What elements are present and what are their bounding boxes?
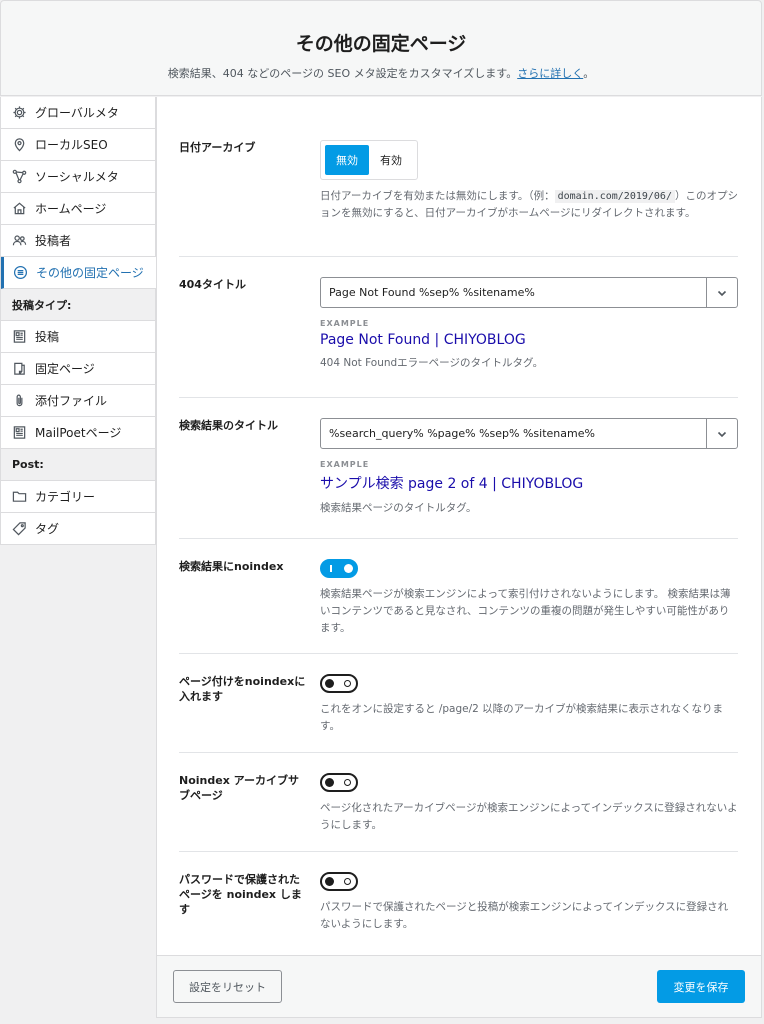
chevron-down-icon[interactable] bbox=[706, 278, 737, 307]
search-title-label: 検索結果のタイトル bbox=[179, 419, 278, 432]
home-icon bbox=[13, 202, 26, 215]
sidebar-item-social-meta[interactable]: ソーシャルメタ bbox=[1, 161, 156, 193]
sidebar-item-label: カテゴリー bbox=[35, 490, 96, 504]
password-noindex-description: パスワードで保護されたページと投稿が検索エンジンによってインデックスに登録されな… bbox=[320, 901, 729, 930]
tag-icon bbox=[12, 522, 26, 536]
search-noindex-toggle[interactable] bbox=[320, 559, 358, 578]
newspaper-icon bbox=[13, 426, 26, 439]
gear-icon bbox=[13, 106, 26, 119]
password-noindex-toggle[interactable] bbox=[320, 872, 358, 891]
sidebar-item-authors[interactable]: 投稿者 bbox=[1, 225, 156, 257]
sidebar-item-pages[interactable]: 固定ページ bbox=[1, 353, 156, 385]
share-nodes-icon bbox=[12, 169, 27, 184]
password-noindex-label: パスワードで保護されたページを noindex します bbox=[179, 873, 302, 916]
search-title-input[interactable]: %search_query% %page% %sep% %sitename% bbox=[320, 418, 738, 449]
archive-subpages-noindex-row: Noindex アーカイブサブページ ページ化されたアーカイブページが検索エンジ… bbox=[179, 753, 738, 852]
password-noindex-row: パスワードで保護されたページを noindex します パスワードで保護されたペ… bbox=[179, 852, 738, 951]
sidebar-item-posts[interactable]: 投稿 bbox=[1, 321, 156, 353]
folder-icon bbox=[12, 491, 27, 502]
example-label: EXAMPLE bbox=[320, 460, 370, 469]
search-noindex-description: 検索結果ページが検索エンジンによって索引付けされないようにします。 検索結果は薄… bbox=[320, 588, 731, 634]
archive-subpages-noindex-toggle[interactable] bbox=[320, 773, 358, 792]
sidebar-item-label: ソーシャルメタ bbox=[35, 170, 119, 184]
search-title-example: サンプル検索 page 2 of 4 | CHIYOBLOG bbox=[320, 476, 584, 492]
reset-settings-button[interactable]: 設定をリセット bbox=[173, 970, 282, 1003]
page-icon bbox=[14, 362, 25, 375]
location-pin-icon bbox=[14, 138, 25, 152]
search-title-row: 検索結果のタイトル %search_query% %page% %sep% %s… bbox=[179, 398, 738, 539]
date-archive-label: 日付アーカイブ bbox=[179, 141, 256, 154]
settings-panel: 日付アーカイブ 無効 有効 日付アーカイブを有効または無効にします。（例： dom… bbox=[156, 97, 762, 1018]
date-archive-on-button[interactable]: 有効 bbox=[369, 145, 413, 175]
archive-subpages-noindex-description: ページ化されたアーカイブページが検索エンジンによってインデックスに登録されないよ… bbox=[320, 802, 738, 831]
sidebar-item-label: 添付ファイル bbox=[35, 394, 108, 408]
title-404-input[interactable]: Page Not Found %sep% %sitename% bbox=[320, 277, 738, 308]
sidebar-item-categories[interactable]: カテゴリー bbox=[1, 481, 156, 513]
sidebar-item-label: 投稿 bbox=[35, 330, 60, 344]
sidebar-item-label: タグ bbox=[35, 522, 60, 536]
date-archive-description: 日付アーカイブを有効または無効にします。（例： domain.com/2019/0… bbox=[320, 190, 738, 219]
post-icon bbox=[13, 330, 26, 343]
page-title: その他の固定ページ bbox=[295, 33, 467, 55]
title-404-example: Page Not Found | CHIYOBLOG bbox=[320, 332, 526, 348]
sidebar-item-label: 投稿者 bbox=[35, 234, 72, 248]
sidebar-heading-post-types: 投稿タイプ: bbox=[1, 289, 156, 321]
date-archive-row: 日付アーカイブ 無効 有効 日付アーカイブを有効または無効にします。（例： dom… bbox=[179, 97, 738, 257]
sidebar-item-local-seo[interactable]: ローカルSEO bbox=[1, 129, 156, 161]
date-archive-toggle-group: 無効 有効 bbox=[320, 140, 418, 180]
sidebar-item-label: その他の固定ページ bbox=[36, 266, 144, 280]
date-archive-off-button[interactable]: 無効 bbox=[325, 145, 369, 175]
list-circle-icon bbox=[13, 265, 28, 280]
page-subtitle: 検索結果、404 などのページの SEO メタ設定をカスタマイズします。さらに詳… bbox=[167, 67, 595, 80]
search-noindex-row: 検索結果にnoindex 検索結果ページが検索エンジンによって索引付けされないよ… bbox=[179, 539, 738, 654]
paperclip-icon bbox=[16, 394, 23, 407]
sidebar-item-label: MailPoetページ bbox=[35, 426, 122, 440]
save-changes-button[interactable]: 変更を保存 bbox=[657, 970, 745, 1003]
sidebar: グローバルメタ ローカルSEO ソーシャルメタ ホームページ 投稿者 その他の固… bbox=[0, 97, 156, 545]
sidebar-item-tags[interactable]: タグ bbox=[1, 513, 156, 545]
sidebar-item-label: ホームページ bbox=[35, 202, 107, 216]
archive-subpages-noindex-label: Noindex アーカイブサブページ bbox=[179, 774, 299, 802]
sidebar-item-other-pages[interactable]: その他の固定ページ bbox=[1, 257, 156, 289]
page-header: その他の固定ページ 検索結果、404 などのページの SEO メタ設定をカスタマ… bbox=[0, 0, 762, 96]
sidebar-item-global-meta[interactable]: グローバルメタ bbox=[1, 97, 156, 129]
sidebar-item-label: 固定ページ bbox=[35, 362, 95, 376]
title-404-row: 404タイトル Page Not Found %sep% %sitename% … bbox=[179, 257, 738, 398]
paginated-noindex-description: これをオンに設定すると /page/2 以降のアーカイブが検索結果に表示されなく… bbox=[320, 703, 724, 732]
chevron-down-icon[interactable] bbox=[706, 419, 737, 448]
sidebar-item-label: グローバルメタ bbox=[35, 106, 119, 120]
sidebar-item-mailpoet[interactable]: MailPoetページ bbox=[1, 417, 156, 449]
title-404-label: 404タイトル bbox=[179, 278, 246, 291]
learn-more-link[interactable]: さらに詳しく bbox=[517, 67, 583, 80]
search-noindex-label: 検索結果にnoindex bbox=[179, 560, 284, 573]
sidebar-item-attachments[interactable]: 添付ファイル bbox=[1, 385, 156, 417]
paginated-noindex-label: ページ付けをnoindexに入れます bbox=[179, 675, 306, 703]
settings-footer: 設定をリセット 変更を保存 bbox=[156, 955, 762, 1018]
paginated-noindex-row: ページ付けをnoindexに入れます これをオンに設定すると /page/2 以… bbox=[179, 654, 738, 753]
paginated-noindex-toggle[interactable] bbox=[320, 674, 358, 693]
search-title-description: 検索結果ページのタイトルタグ。 bbox=[320, 502, 477, 514]
sidebar-heading-post: Post: bbox=[1, 449, 156, 481]
title-404-description: 404 Not Foundエラーページのタイトルタグ。 bbox=[320, 357, 544, 369]
users-icon bbox=[12, 235, 27, 246]
example-label: EXAMPLE bbox=[320, 319, 370, 328]
sidebar-item-label: ローカルSEO bbox=[35, 138, 108, 152]
sidebar-item-homepage[interactable]: ホームページ bbox=[1, 193, 156, 225]
